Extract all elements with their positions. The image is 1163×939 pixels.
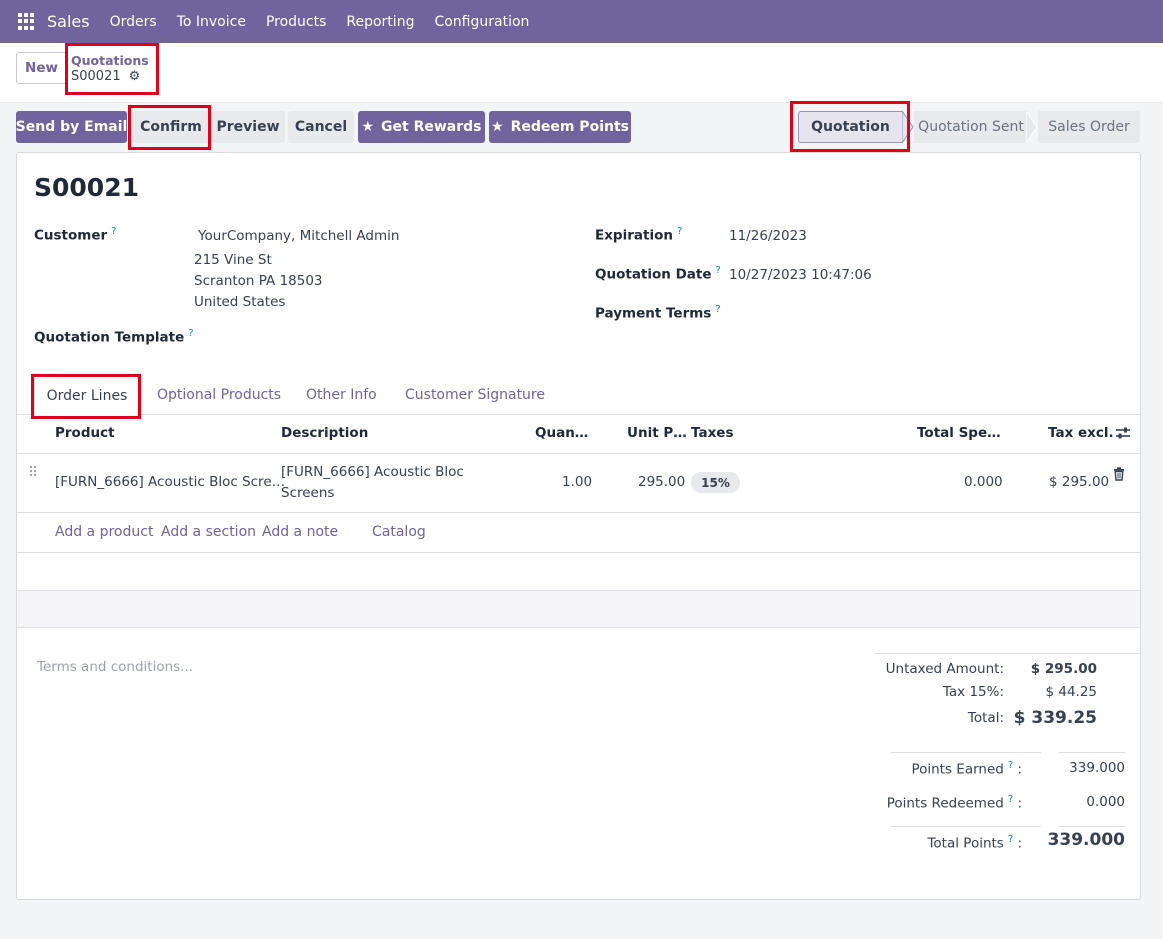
quotation-template-label: Quotation Template?: [34, 328, 194, 346]
help-icon[interactable]: ?: [1008, 794, 1013, 805]
control-panel: New Quotations S00021 ⚙: [0, 43, 1163, 103]
drag-handle-icon[interactable]: ⠿: [28, 465, 38, 481]
menu-products[interactable]: Products: [266, 14, 326, 30]
untaxed-amount-label: Untaxed Amount:: [885, 661, 1004, 677]
help-icon[interactable]: ?: [716, 265, 721, 276]
row-divider: [17, 512, 1140, 513]
top-navbar: Sales Orders To Invoice Products Reporti…: [0, 0, 1163, 43]
empty-row: [17, 590, 1140, 628]
tax-badge[interactable]: 15%: [691, 472, 740, 493]
get-rewards-label: Get Rewards: [381, 119, 482, 135]
cell-quantity[interactable]: 1.00: [562, 474, 592, 490]
address-line: Scranton PA 18503: [194, 273, 323, 289]
record-title: S00021: [34, 173, 139, 202]
cell-unit-price[interactable]: 295.00: [638, 474, 685, 490]
column-settings-icon[interactable]: [1115, 426, 1131, 440]
new-button[interactable]: New: [16, 52, 67, 84]
col-description[interactable]: Description: [281, 425, 368, 441]
notebook-tabs: Order Lines Optional Products Other Info…: [17, 375, 1140, 416]
help-icon[interactable]: ?: [111, 226, 116, 237]
app-brand[interactable]: Sales: [47, 12, 90, 31]
menu-orders[interactable]: Orders: [110, 14, 157, 30]
payment-terms-label: Payment Terms?: [595, 304, 721, 322]
col-taxes[interactable]: Taxes: [691, 425, 733, 441]
totals-divider: [875, 653, 1140, 654]
stage-arrow: [902, 111, 914, 143]
total-points-value: 339.000: [1047, 830, 1125, 850]
points-redeemed-label: Points Redeemed? :: [886, 794, 1022, 812]
gear-icon[interactable]: ⚙: [129, 69, 141, 84]
address-line: United States: [194, 294, 286, 310]
col-total-spent[interactable]: Total Spe…: [917, 425, 1001, 441]
cell-description-cont[interactable]: Screens: [281, 485, 334, 501]
row-divider: [17, 453, 1140, 454]
untaxed-amount-value: $ 295.00: [1030, 661, 1097, 677]
cancel-button[interactable]: Cancel: [288, 111, 354, 143]
terms-conditions-field[interactable]: Terms and conditions...: [37, 659, 193, 675]
add-product-link[interactable]: Add a product: [55, 524, 153, 540]
total-value: $ 339.25: [1013, 708, 1097, 728]
totals-divider: [891, 826, 1041, 827]
help-icon[interactable]: ?: [677, 226, 682, 237]
quotation-date-field[interactable]: 10/27/2023 10:47:06: [729, 267, 872, 283]
help-icon[interactable]: ?: [715, 304, 720, 315]
stage-quotation[interactable]: Quotation: [798, 111, 903, 143]
cell-subtotal: $ 295.00: [1049, 474, 1110, 490]
catalog-link[interactable]: Catalog: [372, 524, 426, 540]
redeem-points-label: Redeem Points: [510, 119, 629, 135]
totals-divider: [891, 752, 1041, 753]
trash-icon[interactable]: [1113, 467, 1125, 481]
menu-reporting[interactable]: Reporting: [346, 14, 414, 30]
cell-product[interactable]: [FURN_6666] Acoustic Bloc Scre…: [55, 474, 285, 490]
tax-label: Tax 15%:: [942, 684, 1004, 700]
stage-sales-order[interactable]: Sales Order: [1038, 111, 1140, 143]
add-note-link[interactable]: Add a note: [262, 524, 338, 540]
customer-label: Customer?: [34, 226, 117, 244]
tab-optional-products[interactable]: Optional Products: [157, 375, 281, 415]
expiration-label: Expiration?: [595, 226, 683, 244]
star-icon: ★: [361, 119, 375, 135]
totals-divider: [1059, 752, 1125, 753]
send-by-email-button[interactable]: Send by Email: [16, 111, 127, 143]
breadcrumb-current-label: S00021: [71, 69, 121, 84]
preview-button[interactable]: Preview: [211, 111, 285, 143]
stage-quotation-sent[interactable]: Quotation Sent: [914, 111, 1028, 143]
stage-arrow: [1026, 111, 1038, 143]
address-line: 215 Vine St: [194, 252, 272, 268]
menu-configuration[interactable]: Configuration: [434, 14, 529, 30]
tab-order-lines[interactable]: Order Lines: [34, 375, 140, 416]
tax-value: $ 44.25: [1045, 684, 1097, 700]
get-rewards-button[interactable]: ★ Get Rewards: [358, 111, 485, 143]
apps-menu-icon[interactable]: [18, 13, 35, 30]
redeem-points-button[interactable]: ★ Redeem Points: [489, 111, 631, 143]
customer-field[interactable]: YourCompany, Mitchell Admin: [198, 228, 399, 244]
breadcrumb-quotations[interactable]: Quotations: [71, 53, 149, 68]
row-divider: [17, 552, 1140, 553]
breadcrumb-current: S00021 ⚙: [71, 69, 140, 84]
add-section-link[interactable]: Add a section: [161, 524, 256, 540]
expiration-field[interactable]: 11/26/2023: [729, 228, 807, 244]
form-sheet: S00021 Customer? YourCompany, Mitchell A…: [16, 152, 1141, 900]
tab-other-info[interactable]: Other Info: [306, 375, 377, 415]
points-earned-value: 339.000: [1069, 760, 1125, 776]
total-points-label: Total Points? :: [927, 834, 1022, 852]
confirm-button[interactable]: Confirm: [132, 111, 210, 143]
star-icon: ★: [491, 119, 504, 135]
tab-customer-signature[interactable]: Customer Signature: [405, 375, 545, 415]
quotation-date-label: Quotation Date?: [595, 265, 721, 283]
cell-total-spent: 0.000: [964, 474, 1003, 490]
help-icon[interactable]: ?: [1008, 760, 1013, 771]
points-earned-label: Points Earned? :: [911, 760, 1022, 778]
col-tax-excl[interactable]: Tax excl.: [1048, 425, 1114, 441]
totals-divider: [1059, 826, 1125, 827]
cell-description[interactable]: [FURN_6666] Acoustic Bloc: [281, 464, 464, 480]
help-icon[interactable]: ?: [188, 328, 193, 339]
col-product[interactable]: Product: [55, 425, 115, 441]
col-quantity[interactable]: Quan…: [535, 425, 588, 441]
menu-to-invoice[interactable]: To Invoice: [177, 14, 246, 30]
col-unit-price[interactable]: Unit P…: [627, 425, 687, 441]
points-redeemed-value: 0.000: [1086, 794, 1125, 810]
